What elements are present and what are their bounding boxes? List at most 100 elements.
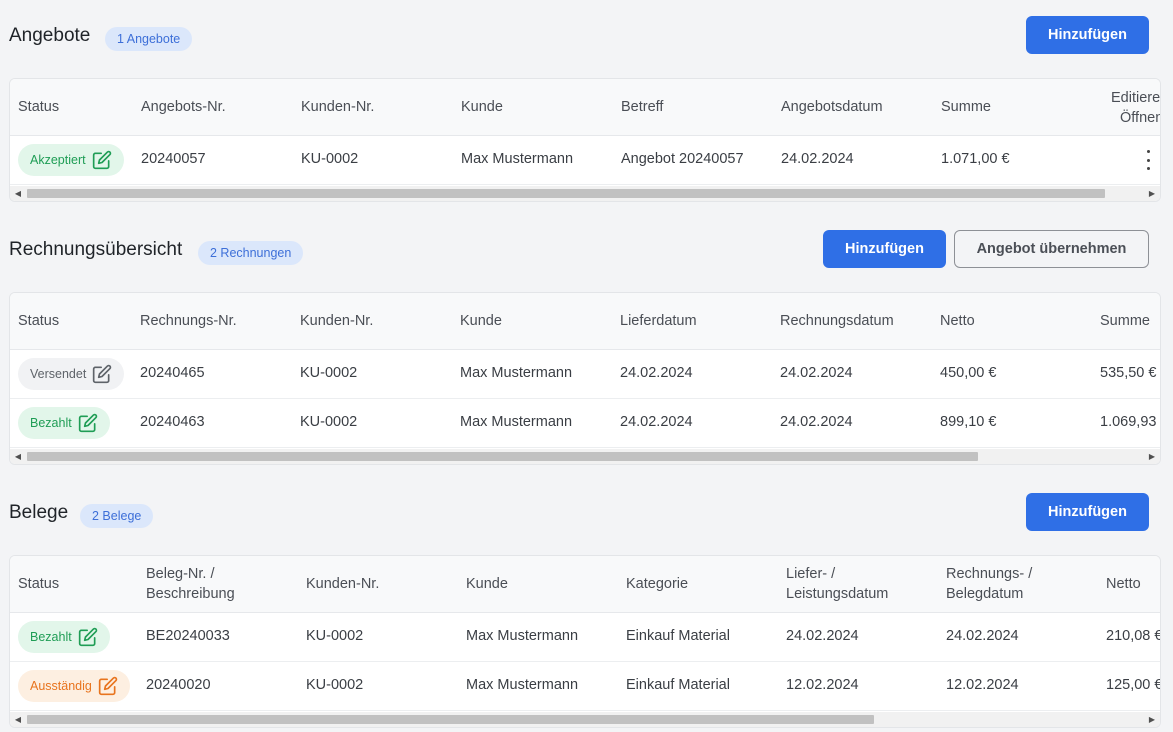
cell-delivery-date: 12.02.2024 (786, 677, 859, 693)
cell-net: 125,00 € (1106, 677, 1161, 693)
col-customer: Kunde (466, 576, 508, 592)
receipts-title: Belege (9, 502, 69, 523)
horizontal-scrollbar[interactable]: ◀ ▶ (10, 186, 1160, 201)
cell-customer: Max Mustermann (460, 414, 573, 430)
status-label: Bezahlt (30, 416, 72, 430)
col-delivery-date: Lieferdatum (620, 313, 697, 329)
cell-customer-number: KU-0002 (300, 365, 358, 381)
scroll-right-icon[interactable]: ▶ (1145, 186, 1159, 201)
status-badge[interactable]: Ausständig (18, 670, 130, 702)
receipts-header: Belege 2 Belege Hinzufügen (0, 493, 1173, 533)
status-badge[interactable]: Versendet (18, 358, 125, 390)
col-subject: Betreff (621, 99, 664, 115)
cell-receipt-number: 20240020 (146, 677, 211, 693)
cell-delivery-date: 24.02.2024 (786, 628, 859, 644)
cell-delivery-date: 24.02.2024 (620, 365, 693, 381)
horizontal-scrollbar[interactable]: ◀ ▶ (10, 449, 1160, 464)
status-badge[interactable]: Akzeptiert (18, 144, 124, 176)
cell-customer: Max Mustermann (461, 151, 574, 167)
offers-add-button[interactable]: Hinzufügen (1026, 16, 1149, 54)
scrollbar-thumb[interactable] (27, 189, 1105, 198)
scrollbar-thumb[interactable] (27, 452, 978, 461)
col-receipt-number-l2: Beschreibung (146, 586, 235, 602)
scrollbar-thumb[interactable] (27, 715, 874, 724)
col-customer-number: Kunden-Nr. (300, 313, 374, 329)
receipts-count-badge: 2 Belege (80, 504, 154, 528)
cell-invoice-date: 24.02.2024 (780, 365, 853, 381)
col-receipt-date-l2: Belegdatum (946, 586, 1024, 602)
cell-invoice-date: 24.02.2024 (780, 414, 853, 430)
status-badge[interactable]: Bezahlt (18, 621, 110, 653)
scroll-right-icon[interactable]: ▶ (1145, 712, 1159, 727)
cell-customer: Max Mustermann (460, 365, 573, 381)
edit-icon (78, 627, 97, 647)
cell-customer: Max Mustermann (466, 628, 579, 644)
table-row: Bezahlt 20240463 KU-0002 Max Mustermann … (10, 399, 1160, 448)
offers-table: Status Angebots-Nr. Kunden-Nr. Kunde Bet… (9, 78, 1161, 202)
cell-sum: 1.071,00 € (941, 151, 1010, 167)
col-edit-open-l1: Editieren / (1111, 90, 1161, 106)
col-offer-date: Angebotsdatum (781, 99, 883, 115)
cell-receipt-date: 12.02.2024 (946, 677, 1019, 693)
offers-count-badge: 1 Angebote (105, 27, 193, 51)
cell-customer-number: KU-0002 (300, 414, 358, 430)
cell-invoice-number: 20240463 (140, 414, 205, 430)
cell-customer-number: KU-0002 (306, 628, 364, 644)
col-invoice-number: Rechnungs-Nr. (140, 313, 237, 329)
col-customer-number: Kunden-Nr. (301, 99, 375, 115)
cell-net: 210,08 € (1106, 628, 1161, 644)
cell-category: Einkauf Material (626, 677, 730, 693)
invoices-section: Rechnungsübersicht 2 Rechnungen Hinzufüg… (0, 230, 1173, 270)
cell-receipt-date: 24.02.2024 (946, 628, 1019, 644)
cell-offer-date: 24.02.2024 (781, 151, 854, 167)
status-label: Ausständig (30, 679, 92, 693)
offers-header: Angebote 1 Angebote Hinzufügen (0, 16, 1173, 56)
cell-customer: Max Mustermann (466, 677, 579, 693)
cell-sum: 535,50 € (1100, 365, 1157, 381)
cell-delivery-date: 24.02.2024 (620, 414, 693, 430)
scroll-left-icon[interactable]: ◀ (11, 186, 25, 201)
invoices-header: Rechnungsübersicht 2 Rechnungen Hinzufüg… (0, 230, 1173, 270)
scroll-right-icon[interactable]: ▶ (1145, 449, 1159, 464)
col-delivery-date-l1: Liefer- / (786, 566, 836, 582)
cell-net: 450,00 € (940, 365, 997, 381)
col-invoice-date: Rechnungsdatum (780, 313, 894, 329)
table-row: Ausständig 20240020 KU-0002 Max Musterma… (10, 662, 1160, 711)
cell-customer-number: KU-0002 (301, 151, 359, 167)
table-row: Versendet 20240465 KU-0002 Max Musterman… (10, 350, 1160, 399)
invoices-table-header: Status Rechnungs-Nr. Kunden-Nr. Kunde Li… (10, 293, 1160, 350)
col-sum: Summe (1100, 313, 1150, 329)
edit-icon (92, 150, 111, 170)
cell-invoice-number: 20240465 (140, 365, 205, 381)
table-row: Akzeptiert 20240057 KU-0002 Max Musterma… (10, 136, 1160, 185)
status-label: Akzeptiert (30, 153, 86, 167)
horizontal-scrollbar[interactable]: ◀ ▶ (10, 712, 1160, 727)
receipts-table-header: Status Beleg-Nr. / Beschreibung Kunden-N… (10, 556, 1160, 613)
cell-sum: 1.069,93 € (1100, 414, 1160, 430)
scroll-left-icon[interactable]: ◀ (11, 712, 25, 727)
invoices-title: Rechnungsübersicht (9, 239, 183, 260)
col-net: Netto (940, 313, 975, 329)
take-over-offer-button[interactable]: Angebot übernehmen (954, 230, 1149, 268)
table-row: Bezahlt BE20240033 KU-0002 Max Musterman… (10, 613, 1160, 662)
col-sum: Summe (941, 99, 991, 115)
receipts-table: Status Beleg-Nr. / Beschreibung Kunden-N… (9, 555, 1161, 728)
col-receipt-number-l1: Beleg-Nr. / (146, 566, 215, 582)
col-status: Status (18, 99, 60, 115)
edit-icon (98, 676, 118, 696)
more-options-icon[interactable] (1145, 150, 1151, 170)
cell-customer-number: KU-0002 (306, 677, 364, 693)
status-label: Bezahlt (30, 630, 72, 644)
invoices-add-button[interactable]: Hinzufügen (823, 230, 946, 268)
offers-table-header: Status Angebots-Nr. Kunden-Nr. Kunde Bet… (10, 79, 1160, 136)
status-label: Versendet (30, 367, 87, 381)
receipts-add-button[interactable]: Hinzufügen (1026, 493, 1149, 531)
edit-icon (93, 364, 112, 384)
col-offer-number: Angebots-Nr. (141, 99, 226, 115)
col-edit-open-l2: Öffnen (1120, 110, 1161, 126)
col-receipt-date-l1: Rechnungs- / (946, 566, 1033, 582)
status-badge[interactable]: Bezahlt (18, 407, 110, 439)
col-customer: Kunde (461, 99, 503, 115)
scroll-left-icon[interactable]: ◀ (11, 449, 25, 464)
col-customer-number: Kunden-Nr. (306, 576, 380, 592)
